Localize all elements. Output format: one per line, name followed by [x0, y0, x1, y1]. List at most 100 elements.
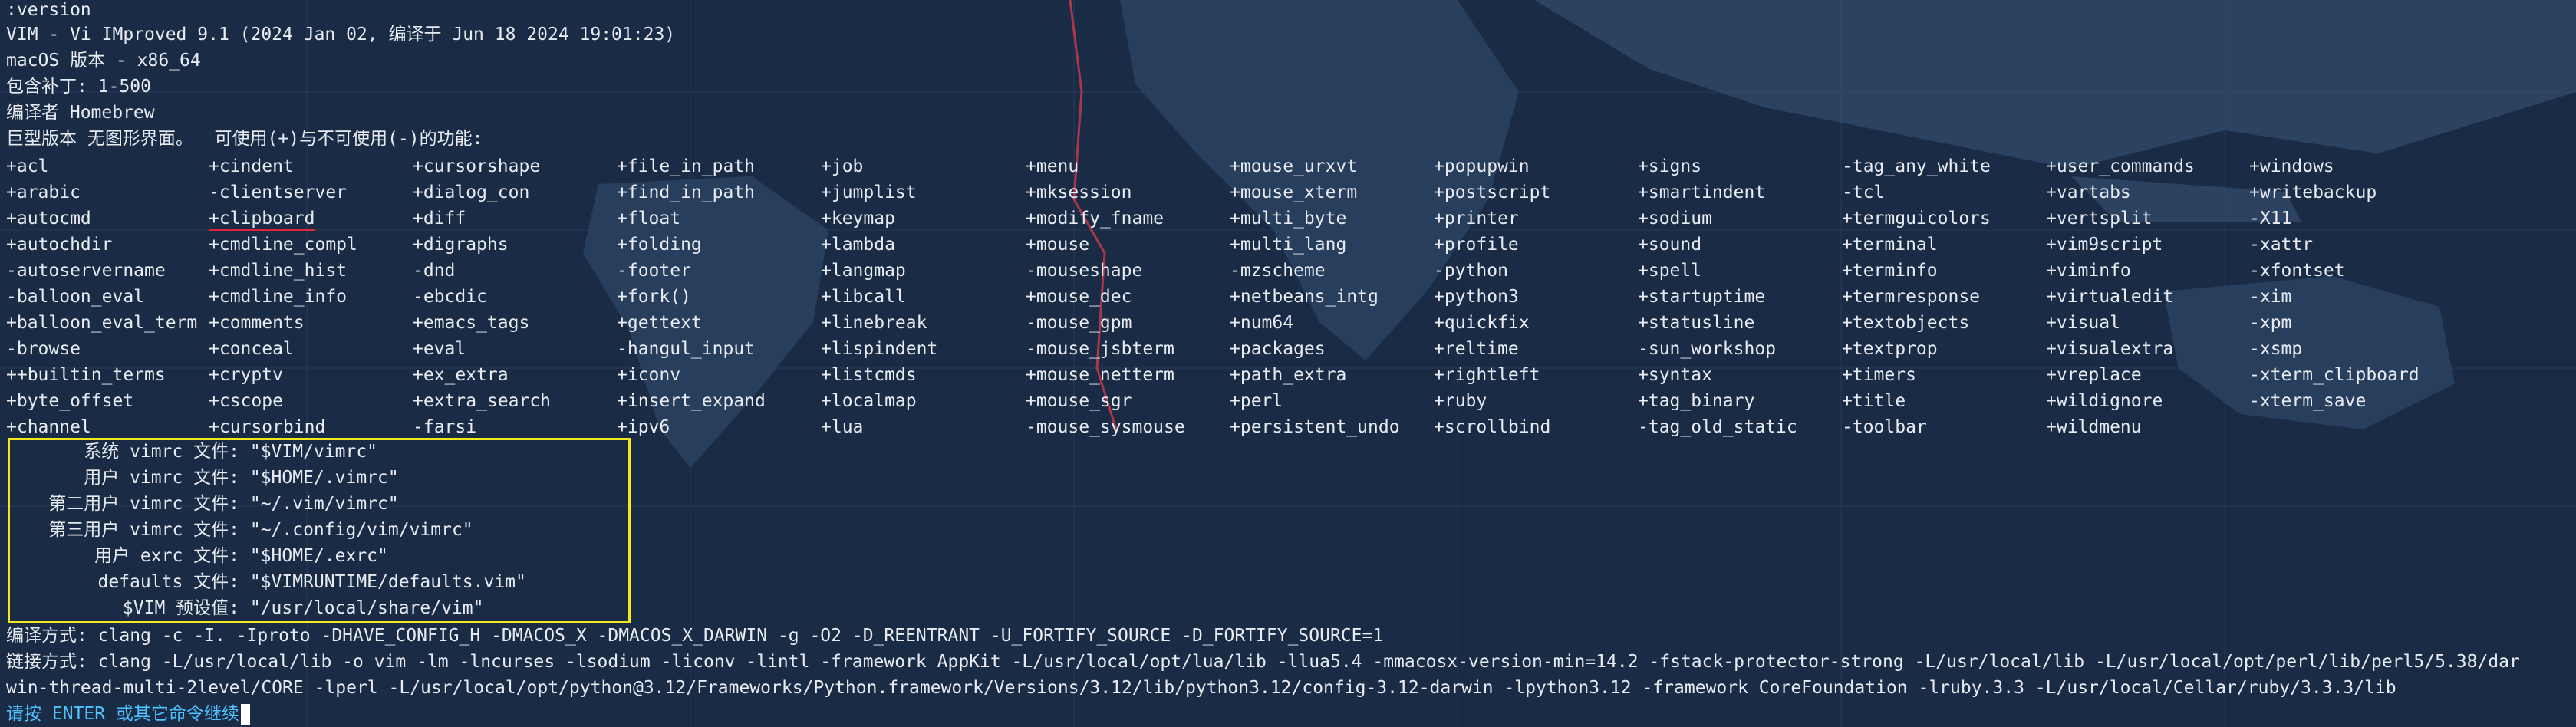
feature-item: +user_commands	[2046, 156, 2195, 176]
feature-item: +termguicolors	[1842, 209, 1991, 229]
feature-item: +mouse_xterm	[1230, 183, 1358, 202]
compile-line: 编译方式: clang -c -I. -Iproto -DHAVE_CONFIG…	[6, 626, 1384, 646]
feature-item: +balloon_eval_term	[6, 313, 198, 333]
feature-item: +byte_offset	[6, 391, 134, 411]
feature-item: +ruby	[1434, 391, 1487, 411]
feature-item: +menu	[1026, 156, 1079, 176]
compiled-by-line: 编译者 Homebrew	[6, 103, 155, 123]
feature-item: +find_in_path	[617, 183, 756, 202]
feature-item: -balloon_eval	[6, 287, 145, 307]
feature-item: +netbeans_intg	[1230, 287, 1379, 307]
command-line: :version	[6, 0, 91, 20]
feature-item: +extra_search	[413, 391, 552, 411]
feature-item: +startuptime	[1638, 287, 1766, 307]
feature-item: +popupwin	[1434, 156, 1530, 176]
feature-item: +clipboard	[209, 206, 315, 232]
feature-item: +digraphs	[413, 235, 509, 255]
feature-item: +num64	[1230, 313, 1294, 333]
feature-item: +terminfo	[1842, 261, 1938, 281]
feature-item: ++builtin_terms	[6, 365, 166, 385]
vimrc-label: 第二用户 vimrc 文件:	[48, 494, 239, 514]
feature-item: +jumplist	[821, 183, 917, 202]
feature-item: +mouse_netterm	[1026, 365, 1174, 385]
feature-item: -clientserver	[209, 183, 348, 202]
feature-item: +eval	[413, 339, 466, 359]
feature-item: +smartindent	[1638, 183, 1766, 202]
feature-item: +cmdline_hist	[209, 261, 348, 281]
feature-item: -tcl	[1842, 183, 1885, 202]
feature-item: +comments	[209, 313, 305, 333]
feature-item: +mouse	[1026, 235, 1090, 255]
feature-item: -xterm_clipboard	[2249, 365, 2420, 385]
link-line-2: win-thread-multi-2level/CORE -lperl -L/u…	[6, 678, 2396, 698]
vimrc-value: "~/.vim/vimrc"	[239, 494, 399, 514]
feature-item: +vertsplit	[2046, 209, 2153, 229]
feature-item: +keymap	[821, 209, 895, 229]
feature-item: -tag_old_static	[1638, 417, 1797, 437]
feature-item: +arabic	[6, 183, 81, 202]
feature-item: -xattr	[2249, 235, 2314, 255]
feature-item: +visual	[2046, 313, 2120, 333]
feature-item: +ipv6	[617, 417, 670, 437]
feature-item: +cryptv	[209, 365, 283, 385]
feature-item: +mksession	[1026, 183, 1132, 202]
vimrc-value: "$VIMRUNTIME/defaults.vim"	[239, 572, 526, 592]
feature-item: +multi_lang	[1230, 235, 1347, 255]
feature-item: +listcmds	[821, 365, 917, 385]
feature-item: +folding	[617, 235, 702, 255]
prompt-text: 请按 ENTER 或其它命令继续	[6, 704, 239, 724]
feature-item: +lua	[821, 417, 864, 437]
feature-item: +langmap	[821, 261, 906, 281]
feature-item: +vim9script	[2046, 235, 2163, 255]
version-title: VIM - Vi IMproved 9.1 (2024 Jan 02, 编译于 …	[6, 25, 676, 44]
feature-item: +iconv	[617, 365, 681, 385]
feature-item: +postscript	[1434, 183, 1551, 202]
feature-item: -X11	[2249, 209, 2292, 229]
feature-item: -mouse_sysmouse	[1026, 417, 1185, 437]
patches-line: 包含补丁: 1-500	[6, 77, 151, 97]
feature-item: +persistent_undo	[1230, 417, 1400, 437]
feature-item: +cmdline_compl	[209, 235, 357, 255]
feature-item: +channel	[6, 417, 91, 437]
feature-item: +python3	[1434, 287, 1519, 307]
feature-item: +insert_expand	[617, 391, 766, 411]
feature-item: +sound	[1638, 235, 1702, 255]
feature-item: +windows	[2249, 156, 2334, 176]
feature-item: +mouse_dec	[1026, 287, 1132, 307]
feature-item: +statusline	[1638, 313, 1755, 333]
vimrc-label: 用户 exrc 文件:	[94, 546, 239, 566]
vimrc-value: "~/.config/vim/vimrc"	[239, 520, 473, 540]
vimrc-value: "$HOME/.exrc"	[239, 546, 388, 566]
feature-item: +multi_byte	[1230, 209, 1347, 229]
feature-item: +linebreak	[821, 313, 927, 333]
clipboard-feature-underlined: +clipboard	[209, 209, 315, 231]
feature-item: +localmap	[821, 391, 917, 411]
feature-item: +tag_binary	[1638, 391, 1755, 411]
feature-item: +timers	[1842, 365, 1916, 385]
feature-item: -mouse_jsbterm	[1026, 339, 1174, 359]
feature-item: +cursorbind	[209, 417, 326, 437]
feature-item: +acl	[6, 156, 49, 176]
feature-item: +perl	[1230, 391, 1283, 411]
feature-item: -xterm_save	[2249, 391, 2367, 411]
feature-item: +cscope	[209, 391, 283, 411]
vimrc-label: 第三用户 vimrc 文件:	[48, 520, 239, 540]
vim-terminal: :version VIM - Vi IMproved 9.1 (2024 Jan…	[0, 0, 2576, 727]
feature-item: +quickfix	[1434, 313, 1530, 333]
feature-item: -xfontset	[2249, 261, 2345, 281]
feature-item: +cursorshape	[413, 156, 541, 176]
continue-prompt: 请按 ENTER 或其它命令继续	[6, 701, 250, 727]
feature-item: +terminal	[1842, 235, 1938, 255]
feature-item: +mouse_sgr	[1026, 391, 1132, 411]
feature-item: -tag_any_white	[1842, 156, 1991, 176]
feature-item: +file_in_path	[617, 156, 756, 176]
feature-item: -xpm	[2249, 313, 2292, 333]
platform-line: macOS 版本 - x86_64	[6, 51, 201, 71]
features-intro: 巨型版本 无图形界面。 可使用(+)与不可使用(-)的功能:	[6, 129, 483, 149]
feature-item: +conceal	[209, 339, 294, 359]
feature-item: +printer	[1434, 209, 1519, 229]
feature-item: +title	[1842, 391, 1906, 411]
feature-item: +virtualedit	[2046, 287, 2174, 307]
feature-item: +path_extra	[1230, 365, 1347, 385]
feature-item: +wildmenu	[2046, 417, 2142, 437]
